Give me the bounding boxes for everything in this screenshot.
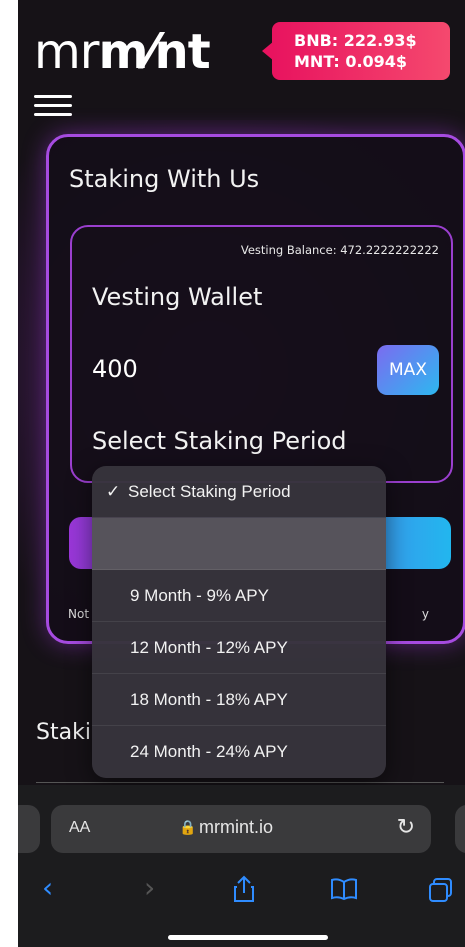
mnt-price: MNT: 0.094$ [294, 52, 408, 71]
mobile-screen: mrm⁄nt BNB: 222.93$ MNT: 0.094$ Staking … [18, 0, 465, 947]
vesting-balance: Vesting Balance: 472.2222222222 [240, 243, 439, 257]
option-label: Select Staking Period [128, 482, 291, 501]
vesting-wallet-panel: Vesting Balance: 472.2222222222 Vesting … [70, 225, 453, 483]
card-title: Staking With Us [69, 165, 260, 193]
site-header: mrm⁄nt BNB: 222.93$ MNT: 0.094$ [18, 0, 465, 130]
url-text: mrmint.io [199, 817, 274, 837]
previous-tab-peek[interactable] [18, 805, 40, 853]
logo-text-bold: m⁄nt [98, 24, 211, 80]
staking-period-dropdown: ✓ Select Staking Period 9 Month - 9% APY … [92, 466, 386, 778]
dropdown-option[interactable]: 24 Month - 24% APY [92, 726, 386, 778]
safari-toolbar: AA 🔒 mrmint.io ↻ ‹ › [18, 785, 465, 947]
text-size-button[interactable]: AA [69, 819, 90, 837]
note-text-left: Not [68, 607, 90, 621]
browser-nav-row: ‹ › [18, 871, 465, 911]
wallet-title: Vesting Wallet [92, 283, 263, 311]
stake-amount-input[interactable] [92, 349, 342, 389]
option-label: 24 Month - 24% APY [130, 742, 288, 761]
dropdown-option[interactable]: 12 Month - 12% APY [92, 622, 386, 674]
option-label: 9 Month - 9% APY [130, 586, 269, 605]
checkmark-icon: ✓ [106, 482, 121, 501]
bookmarks-icon[interactable] [330, 877, 358, 901]
section-divider [36, 782, 444, 783]
reload-icon[interactable]: ↻ [397, 815, 415, 840]
next-tab-peek[interactable] [455, 805, 465, 853]
forward-icon[interactable]: › [144, 871, 155, 904]
dropdown-option[interactable]: ✓ Select Staking Period [92, 466, 386, 518]
price-ticker-badge: BNB: 222.93$ MNT: 0.094$ [262, 22, 450, 80]
option-label: 18 Month - 18% APY [130, 690, 288, 709]
lock-icon: 🔒 [179, 820, 197, 836]
staking-period-select[interactable]: Select Staking Period [92, 427, 347, 455]
share-icon[interactable] [232, 875, 256, 903]
dropdown-option[interactable]: 9 Month - 9% APY [92, 570, 386, 622]
tabs-icon[interactable] [428, 877, 454, 903]
logo-text-thin: mr [34, 24, 99, 80]
note-text-right: y [421, 607, 429, 621]
menu-icon[interactable] [34, 95, 72, 117]
max-button[interactable]: MAX [377, 345, 439, 395]
bnb-price: BNB: 222.93$ [294, 31, 417, 50]
address-bar[interactable]: AA 🔒 mrmint.io ↻ [51, 805, 431, 853]
dropdown-option-empty[interactable] [92, 518, 386, 570]
home-indicator[interactable] [168, 935, 328, 940]
back-icon[interactable]: ‹ [42, 871, 53, 904]
brand-logo[interactable]: mrm⁄nt [34, 22, 211, 82]
staking-section-title: Staki [36, 720, 91, 745]
option-label: 12 Month - 12% APY [130, 638, 288, 657]
dropdown-option[interactable]: 18 Month - 18% APY [92, 674, 386, 726]
